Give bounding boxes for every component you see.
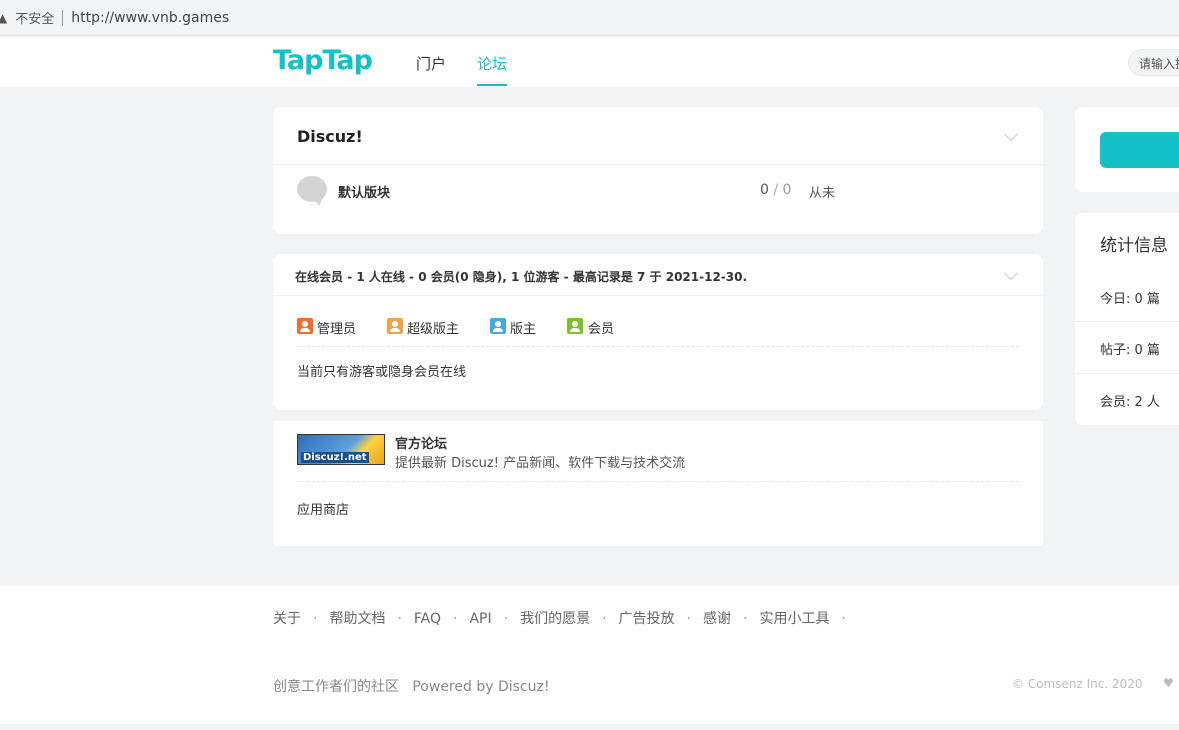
footer-link-api[interactable]: API (469, 611, 491, 627)
forum-name[interactable]: 默认版块 (338, 182, 390, 201)
footer-link-thanks[interactable]: 感谢 (703, 611, 731, 627)
footer-dot: · (686, 611, 691, 627)
url-text[interactable]: http://www.vnb.games (71, 10, 229, 26)
page-footer: 关于 · 帮助文档 · FAQ · API · 我们的愿景 · 广告投放 · 感谢 · 实用小工具 · 创意工… (0, 586, 1179, 724)
heart-icon: ♥ (1163, 676, 1174, 690)
group-label-super-moderator: 超级版主 (407, 322, 460, 337)
search-input[interactable]: 请输入搜索内容 (1128, 49, 1179, 76)
link-title[interactable]: 官方论坛 (395, 433, 447, 452)
friend-links-card: Discuz!.net 官方论坛 提供最新 Discuz! 产品新闻、软件下载与… (273, 421, 1043, 546)
online-summary: - 1 人在线 - 0 会员(0 隐身), 1 位游客 - 最高记录是 7 于 … (343, 270, 748, 284)
footer-dot: · (503, 611, 509, 627)
warning-icon: ▲ (0, 10, 8, 25)
stats-card: 统计信息 今日: 0 篇 帖子: 0 篇 会员: 2 人 (1075, 213, 1179, 425)
thread-count: 0 (760, 182, 769, 198)
category-title[interactable]: Discuz! (297, 127, 363, 146)
top-navigation: TapTap 门户 论坛 请输入搜索内容 (0, 37, 1179, 87)
nav-link-forum[interactable]: 论坛 (477, 53, 508, 86)
last-post: 从未 (809, 186, 836, 201)
stats-divider (1075, 321, 1179, 322)
browser-address-bar[interactable]: ▲ 不安全 http://www.vnb.games (0, 0, 1179, 36)
footer-link-about[interactable]: 关于 (273, 611, 301, 627)
footer-link-faq[interactable]: FAQ (414, 611, 441, 627)
forum-bubble-icon (297, 176, 327, 206)
admin-group-icon (297, 318, 313, 334)
app-store-link[interactable]: 应用商店 (297, 499, 349, 518)
footer-link-tools[interactable]: 实用小工具 (759, 611, 829, 627)
online-note: 当前只有游客或隐身会员在线 (297, 365, 467, 380)
thread-post-count: 0 / 0 (760, 182, 791, 198)
group-label-member: 会员 (588, 322, 615, 337)
footer-dot: · (313, 611, 318, 627)
group-label-admin: 管理员 (317, 322, 357, 337)
sidebar-action-button[interactable] (1100, 132, 1179, 168)
dashed-divider (297, 346, 1019, 347)
member-group-icon (567, 318, 583, 334)
stats-today: 今日: 0 篇 (1100, 292, 1160, 307)
nav-link-portal[interactable]: 门户 (416, 53, 446, 74)
group-label-moderator: 版主 (510, 322, 537, 337)
taptap-logo[interactable]: TapTap (273, 45, 373, 76)
collapse-chevron-icon[interactable] (1003, 126, 1019, 142)
moderator-group-icon (490, 318, 506, 334)
banner-text: Discuz!.net (301, 452, 369, 463)
card-divider (273, 164, 1043, 165)
footer-link-vision[interactable]: 我们的愿景 (520, 611, 590, 627)
footer-dot: · (397, 611, 402, 627)
footer-slogan: 创意工作者们的社区 (273, 679, 399, 695)
stats-title: 统计信息 (1100, 236, 1168, 256)
footer-links: 关于 · 帮助文档 · FAQ · API · 我们的愿景 · 广告投放 · 感谢 · 实用小工具 · (273, 608, 858, 628)
discuz-banner-image[interactable]: Discuz!.net (297, 434, 385, 465)
address-separator (62, 9, 64, 26)
security-label[interactable]: 不安全 (15, 8, 54, 27)
online-header: 在线会员 - 1 人在线 - 0 会员(0 隐身), 1 位游客 - 最高记录是… (295, 268, 747, 285)
footer-slogan-line: 创意工作者们的社区 Powered by Discuz! (273, 676, 549, 696)
super-moderator-group-icon (387, 318, 403, 334)
forum-category-card: Discuz! 默认版块 0 / 0 从未 (273, 107, 1043, 234)
stats-posts: 帖子: 0 篇 (1100, 343, 1160, 358)
footer-dot: · (602, 611, 607, 627)
footer-copyright: © Comsenz Inc. 2020 (1012, 677, 1143, 691)
link-description: 提供最新 Discuz! 产品新闻、软件下载与技术交流 (395, 456, 686, 471)
count-slash: / (773, 182, 779, 198)
footer-powered[interactable]: Powered by Discuz! (412, 679, 549, 695)
collapse-chevron-icon[interactable] (1003, 265, 1019, 281)
footer-dot: · (743, 611, 748, 627)
footer-link-ads[interactable]: 广告投放 (619, 611, 675, 627)
online-title[interactable]: 在线会员 (295, 270, 343, 284)
footer-dot: · (453, 611, 458, 627)
dashed-divider (297, 481, 1019, 482)
stats-divider (1075, 373, 1179, 374)
footer-link-help[interactable]: 帮助文档 (329, 611, 385, 627)
card-divider (273, 295, 1043, 296)
footer-dot: · (841, 611, 846, 627)
stats-members: 会员: 2 人 (1100, 395, 1160, 410)
post-count: 0 (782, 182, 792, 198)
online-members-card: 在线会员 - 1 人在线 - 0 会员(0 隐身), 1 位游客 - 最高记录是… (273, 254, 1043, 410)
